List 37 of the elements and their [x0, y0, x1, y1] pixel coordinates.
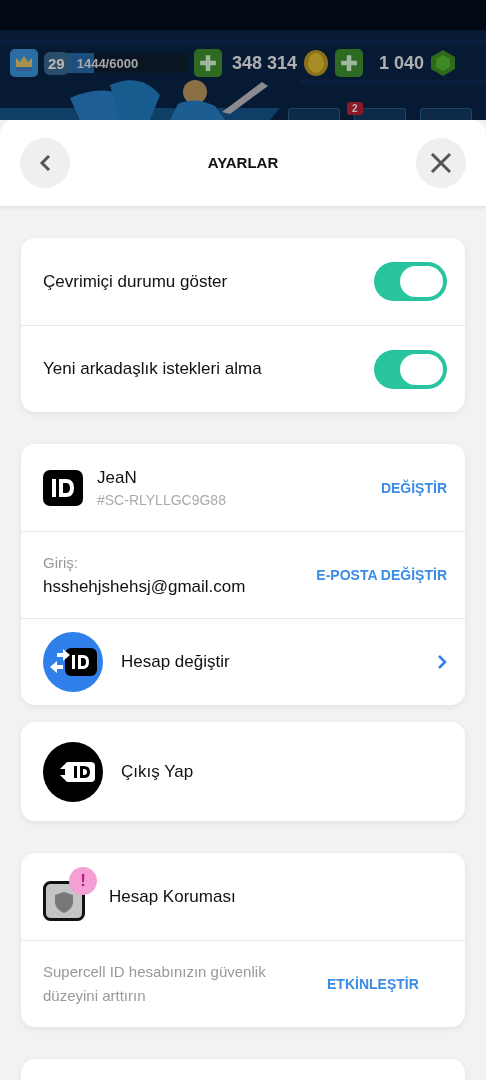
protection-description: Supercell ID hesabınızın güvenlik düzeyini arttırın	[43, 962, 267, 1006]
crown-icon[interactable]	[10, 49, 38, 77]
protection-title: Hesap Koruması	[109, 886, 237, 907]
coin-icon	[303, 49, 330, 77]
chevron-right-icon	[437, 654, 447, 670]
add-gems-button[interactable]	[335, 49, 364, 77]
gem-icon	[430, 49, 457, 77]
switch-account-label: Hesap değiştir	[121, 652, 231, 672]
notification-badge: 2	[347, 102, 363, 115]
id-icon	[43, 469, 83, 506]
close-button[interactable]	[416, 137, 466, 188]
plus-icon	[340, 54, 359, 72]
switch-account-row[interactable]: Hesap değiştir	[21, 618, 465, 705]
back-icon	[39, 153, 51, 172]
page-title: AYARLAR	[207, 154, 279, 171]
toggle-switch[interactable]	[374, 349, 447, 389]
switch-account-icon	[43, 632, 103, 692]
gem-count: 1 040	[379, 52, 425, 74]
account-tag: #SC-RLYLLGC9G88	[97, 491, 381, 508]
change-link[interactable]: DEĞİŞTİR	[380, 479, 447, 496]
setting-label: Yeni arkadaşlık istekleri alma	[43, 359, 263, 379]
back-button[interactable]	[20, 137, 70, 188]
login-label: Giriş:	[43, 553, 79, 571]
close-icon	[430, 151, 452, 174]
email-text: hsshehjshehsj@gmail.com	[43, 576, 247, 597]
toggle-switch[interactable]	[374, 262, 447, 301]
logout-icon	[43, 741, 103, 802]
account-name: JeaN	[97, 467, 138, 488]
coin-count: 348 314	[232, 52, 298, 74]
level-badge: 29	[44, 51, 69, 75]
add-coins-button[interactable]	[194, 49, 222, 77]
setting-label: Çevrimiçi durumu göster	[43, 271, 229, 292]
enable-link[interactable]: ETKİNLEŞTİR	[327, 976, 419, 992]
change-email-link[interactable]: E-POSTA DEĞİŞTİR	[316, 567, 447, 583]
plus-icon	[199, 54, 217, 72]
logout-button[interactable]: Çıkış Yap	[21, 722, 465, 821]
alert-badge: !	[69, 866, 97, 895]
